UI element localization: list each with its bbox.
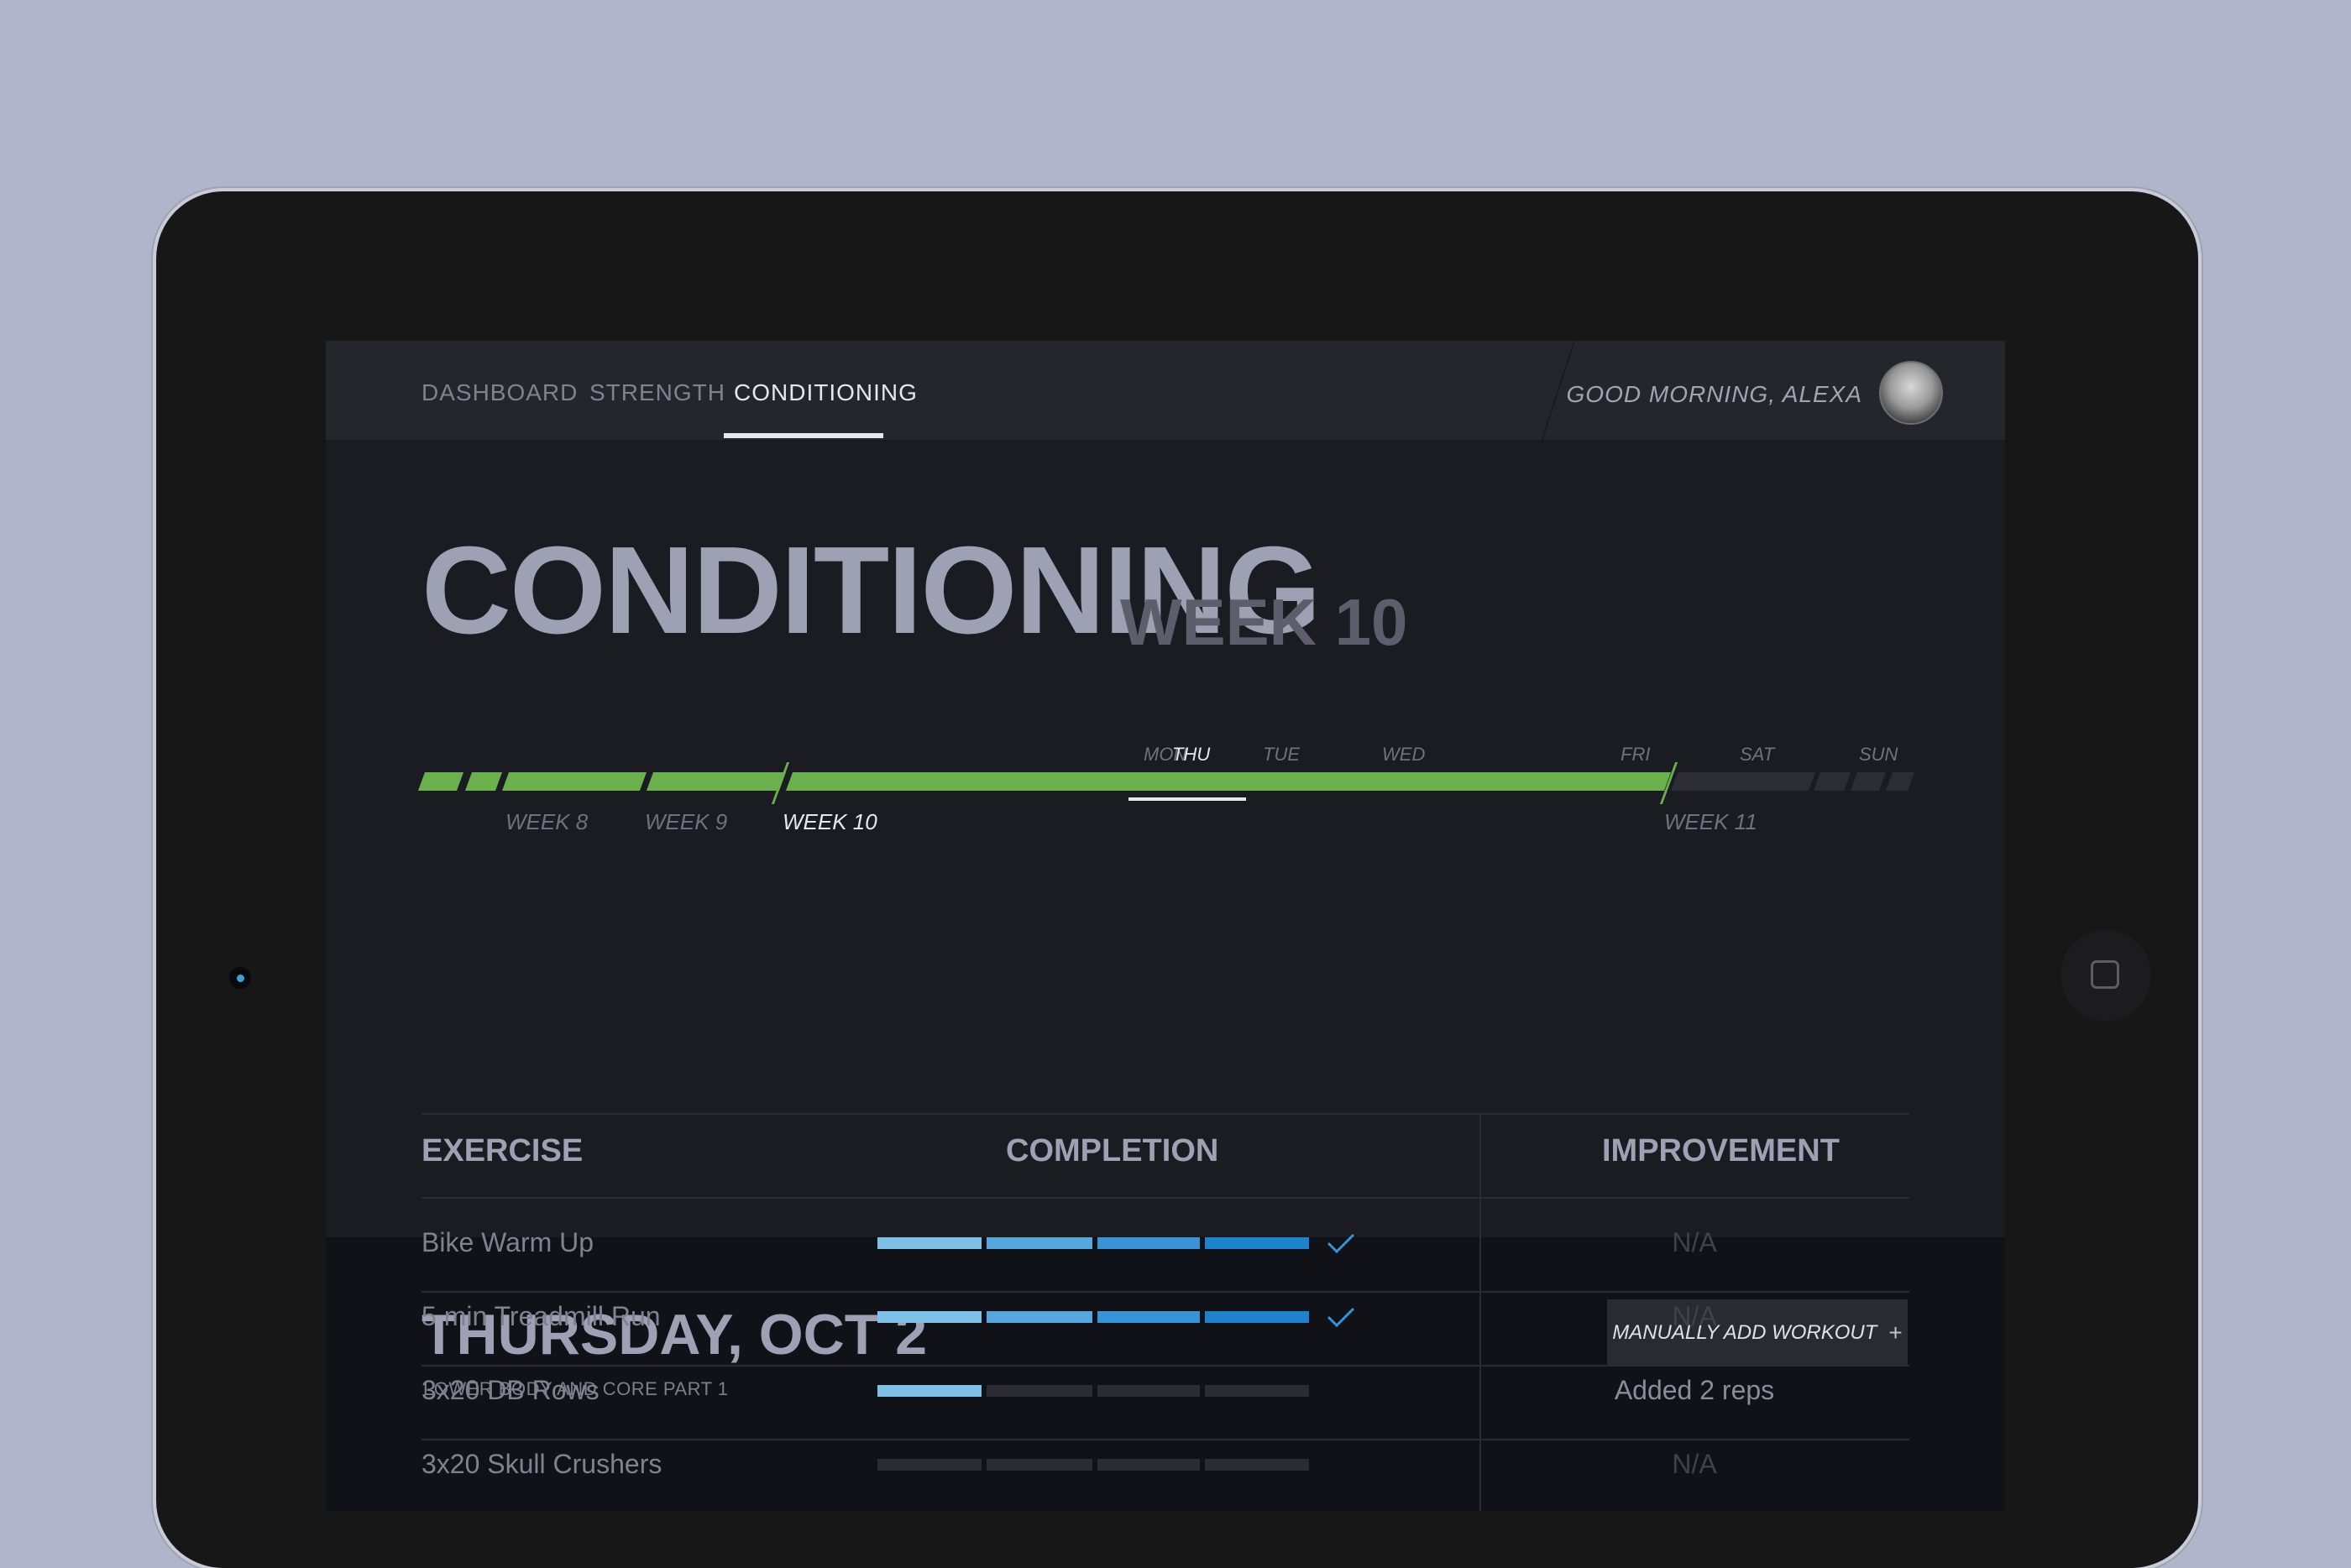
improvement-value: N/A — [1672, 1227, 1717, 1257]
table-row-divider — [422, 1439, 1909, 1440]
exercise-name: 3x20 DB Rows — [422, 1375, 600, 1405]
nav-active-indicator — [724, 433, 883, 438]
top-nav: DASHBOARD STRENGTH CONDITIONING GOOD MOR… — [326, 341, 2005, 442]
header-completion: COMPLETION — [1006, 1133, 1219, 1168]
header-exercise: EXERCISE — [422, 1133, 584, 1168]
completion-segment — [1097, 1459, 1200, 1471]
completion-segment — [1097, 1385, 1200, 1397]
table-row-divider — [422, 1291, 1909, 1293]
nav-item-dashboard[interactable]: DASHBOARD — [422, 379, 578, 406]
day-label-thu[interactable]: THU — [1172, 744, 1210, 766]
nav-item-conditioning[interactable]: CONDITIONING — [734, 379, 918, 406]
completion-segment — [877, 1459, 982, 1471]
exercise-name: 5 min Treadmill Run — [422, 1301, 661, 1331]
improvement-value: Added 2 reps — [1614, 1375, 1775, 1405]
timeline-segment — [464, 772, 503, 791]
timeline-segment — [1885, 772, 1915, 791]
day-label-fri[interactable]: FRI — [1621, 744, 1650, 766]
user-avatar[interactable] — [1879, 361, 1943, 425]
completion-segment — [877, 1385, 982, 1397]
timeline-segment — [1850, 772, 1887, 791]
app-screen: DASHBOARD STRENGTH CONDITIONING GOOD MOR… — [326, 341, 2005, 1511]
hero-section: CONDITIONING WEEK 10 MON TUE WED THU FRI… — [326, 442, 2005, 1237]
week-label-8[interactable]: WEEK 8 — [505, 809, 588, 835]
day-label-tue[interactable]: TUE — [1263, 744, 1300, 766]
completion-segment — [1205, 1385, 1309, 1397]
camera-icon — [229, 967, 251, 989]
week-timeline: MON TUE WED THU FRI SAT SUN WEEK 8 WEEK … — [417, 744, 1915, 861]
timeline-segment-week8[interactable] — [501, 772, 647, 791]
timeline-segment-week9[interactable] — [646, 772, 787, 791]
active-day-indicator — [1128, 797, 1246, 801]
day-label-wed[interactable]: WED — [1382, 744, 1425, 766]
checkmark-icon — [1327, 1233, 1355, 1254]
timeline-segment-week11[interactable] — [1670, 772, 1816, 791]
completion-segment — [1205, 1237, 1309, 1249]
week-label-11[interactable]: WEEK 11 — [1664, 809, 1757, 835]
timeline-segment-week10[interactable] — [785, 772, 1672, 791]
completion-segment — [987, 1459, 1092, 1471]
nav-item-strength[interactable]: STRENGTH — [589, 379, 725, 406]
completion-segment — [987, 1237, 1092, 1249]
exercise-name: 3x20 Skull Crushers — [422, 1449, 662, 1479]
table-header-divider — [422, 1197, 1909, 1199]
completion-segment — [1097, 1311, 1200, 1323]
checkmark-icon — [1327, 1307, 1355, 1328]
improvement-value: N/A — [1672, 1449, 1717, 1479]
table-top-divider — [422, 1113, 1909, 1115]
home-button[interactable] — [2060, 930, 2151, 1021]
improvement-value: N/A — [1672, 1301, 1717, 1331]
day-label-sun[interactable]: SUN — [1859, 744, 1898, 766]
week-label-9[interactable]: WEEK 9 — [645, 809, 727, 835]
completion-segment — [877, 1311, 982, 1323]
greeting-text: GOOD MORNING, ALEXA — [1566, 381, 1862, 407]
completion-segment — [877, 1237, 982, 1249]
timeline-segment — [417, 772, 464, 791]
home-button-icon — [2091, 960, 2119, 989]
header-improvement: IMPROVEMENT — [1602, 1133, 1840, 1168]
completion-segment — [987, 1385, 1092, 1397]
completion-segment — [1205, 1459, 1309, 1471]
completion-segment — [1205, 1311, 1309, 1323]
day-label-sat[interactable]: SAT — [1740, 744, 1774, 766]
week-title: WEEK 10 — [1120, 585, 1408, 659]
exercise-name: Bike Warm Up — [422, 1227, 594, 1257]
completion-segment — [1097, 1237, 1200, 1249]
week-label-10[interactable]: WEEK 10 — [783, 809, 877, 835]
timeline-segment — [1813, 772, 1851, 791]
completion-segment — [987, 1311, 1092, 1323]
table-row-divider — [422, 1365, 1909, 1367]
